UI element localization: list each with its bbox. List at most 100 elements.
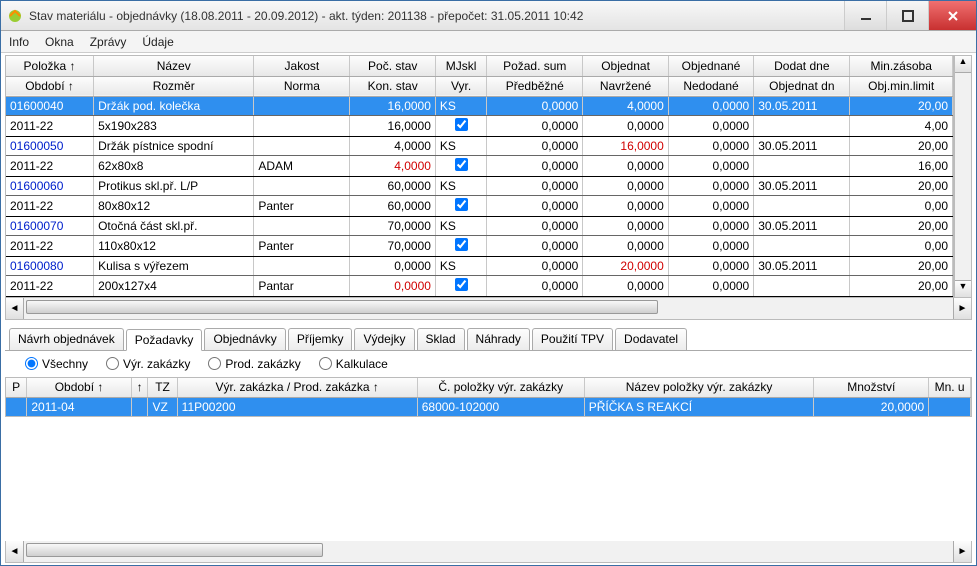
radio-input[interactable] (319, 357, 332, 370)
column-header[interactable]: Název položky výr. zakázky (584, 378, 814, 398)
table-row[interactable]: 2011-2262x80x8ADAM4,00000,00000,00000,00… (6, 155, 953, 176)
radio-input[interactable] (106, 357, 119, 370)
column-header[interactable]: Nedodané (668, 76, 753, 96)
scroll-left-icon[interactable]: ◄ (6, 541, 24, 562)
scroll-right-icon[interactable]: ► (953, 541, 971, 562)
table-row[interactable]: 2011-22110x80x12Panter70,00000,00000,000… (6, 235, 953, 256)
radio-input[interactable] (208, 357, 221, 370)
table-row[interactable]: 01600050Držák pístnice spodní4,0000KS0,0… (6, 136, 953, 155)
horizontal-scrollbar-top[interactable]: ◄ ► (5, 298, 972, 320)
menu-zpravy[interactable]: Zprávy (90, 35, 127, 49)
cell: PŘÍČKA S REAKCÍ (584, 398, 814, 417)
column-header[interactable]: Norma (254, 76, 350, 96)
column-header[interactable]: Vyr. (435, 76, 486, 96)
column-header[interactable]: Požad. sum (487, 56, 583, 76)
column-header[interactable]: Min.zásoba (850, 56, 953, 76)
column-header[interactable]: Obj.min.limit (850, 76, 953, 96)
column-header[interactable]: Předběžné (487, 76, 583, 96)
tab-objedn-vky[interactable]: Objednávky (204, 328, 285, 350)
column-header[interactable]: Jakost (254, 56, 350, 76)
column-header[interactable]: Název (94, 56, 254, 76)
minimize-button[interactable] (844, 1, 886, 30)
cell: Panter (254, 195, 350, 216)
column-header[interactable]: Období ↑ (6, 76, 94, 96)
scroll-left-icon[interactable]: ◄ (6, 298, 24, 319)
table-row[interactable]: 01600080Kulisa s výřezem0,0000KS0,000020… (6, 256, 953, 275)
table-row[interactable]: 01600040Držák pod. kolečka16,0000KS0,000… (6, 96, 953, 115)
cell: 70,0000 (350, 216, 435, 235)
radio-option[interactable]: Výr. zakázky (106, 357, 190, 371)
tab-po-adavky[interactable]: Požadavky (126, 329, 203, 351)
column-header[interactable]: Výr. zakázka / Prod. zakázka ↑ (177, 378, 417, 398)
tab-dodavatel[interactable]: Dodavatel (615, 328, 687, 350)
radio-input[interactable] (25, 357, 38, 370)
detail-grid[interactable]: PObdobí ↑↑TZVýr. zakázka / Prod. zakázka… (5, 377, 972, 418)
column-header[interactable]: TZ (148, 378, 177, 398)
tab-p-jemky[interactable]: Příjemky (288, 328, 353, 350)
column-header[interactable]: Kon. stav (350, 76, 435, 96)
vyr-checkbox[interactable] (455, 278, 468, 291)
column-header[interactable]: Objednat dn (754, 76, 850, 96)
cell (254, 115, 350, 136)
cell: KS (435, 256, 486, 275)
column-header[interactable]: Rozměr (94, 76, 254, 96)
cell: 2011-22 (6, 275, 94, 296)
cell: 0,0000 (668, 155, 753, 176)
radio-option[interactable]: Prod. zakázky (208, 357, 300, 371)
tab-sklad[interactable]: Sklad (417, 328, 465, 350)
main-grid[interactable]: Položka ↑NázevJakostPoč. stavMJsklPožad.… (5, 55, 954, 298)
tab-n-hrady[interactable]: Náhrady (467, 328, 530, 350)
cell: 0,0000 (350, 275, 435, 296)
vyr-checkbox[interactable] (455, 118, 468, 131)
cell: 0,0000 (487, 256, 583, 275)
tab-n-vrh-objedn-vek[interactable]: Návrh objednávek (9, 328, 124, 350)
table-row[interactable]: 01600070Otočná část skl.př.70,0000KS0,00… (6, 216, 953, 235)
cell: 0,0000 (668, 195, 753, 216)
cell: Kulisa s výřezem (94, 256, 254, 275)
column-header[interactable]: Poč. stav (350, 56, 435, 76)
column-header[interactable]: Množství (814, 378, 929, 398)
vyr-checkbox[interactable] (455, 198, 468, 211)
radio-option[interactable]: Všechny (25, 357, 88, 371)
vyr-checkbox[interactable] (455, 238, 468, 251)
menu-udaje[interactable]: Údaje (142, 35, 173, 49)
cell: 20,0000 (814, 398, 929, 417)
column-header[interactable]: Položka ↑ (6, 56, 94, 76)
column-header[interactable]: Období ↑ (27, 378, 131, 398)
table-row[interactable]: 01600060Protikus skl.př. L/P60,0000KS0,0… (6, 176, 953, 195)
scroll-right-icon[interactable]: ► (953, 298, 971, 319)
column-header[interactable]: Dodat dne (754, 56, 850, 76)
column-header[interactable]: ↑ (131, 378, 148, 398)
cell: 20,00 (850, 275, 953, 296)
vyr-checkbox[interactable] (455, 158, 468, 171)
window-buttons (844, 1, 976, 30)
vertical-scrollbar[interactable]: ▲ ▼ (954, 55, 972, 298)
cell: 0,0000 (583, 176, 668, 195)
table-row[interactable]: 2011-22200x127x4Pantar0,00000,00000,0000… (6, 275, 953, 296)
column-header[interactable]: Objednané (668, 56, 753, 76)
maximize-button[interactable] (886, 1, 928, 30)
cell: 0,0000 (350, 256, 435, 275)
column-header[interactable]: MJskl (435, 56, 486, 76)
close-button[interactable] (928, 1, 976, 30)
cell: 0,0000 (487, 155, 583, 176)
horizontal-scrollbar-bottom[interactable]: ◄ ► (5, 541, 972, 563)
table-row[interactable]: 2011-225x190x28316,00000,00000,00000,000… (6, 115, 953, 136)
tab-pou-it-tpv[interactable]: Použití TPV (532, 328, 613, 350)
table-row[interactable]: 2011-04VZ11P0020068000-102000PŘÍČKA S RE… (6, 398, 971, 417)
column-header[interactable]: Navržené (583, 76, 668, 96)
cell: 5x190x283 (94, 115, 254, 136)
cell: 16,00 (850, 155, 953, 176)
menu-okna[interactable]: Okna (45, 35, 74, 49)
column-header[interactable]: P (6, 378, 27, 398)
table-row[interactable]: 2011-2280x80x12Panter60,00000,00000,0000… (6, 195, 953, 216)
menu-info[interactable]: Info (9, 35, 29, 49)
cell: 0,0000 (668, 235, 753, 256)
column-header[interactable]: Č. položky výr. zakázky (417, 378, 584, 398)
column-header[interactable]: Mn. u (929, 378, 971, 398)
cell (131, 398, 148, 417)
cell: 0,0000 (668, 115, 753, 136)
column-header[interactable]: Objednat (583, 56, 668, 76)
tab-v-dejky[interactable]: Výdejky (354, 328, 414, 350)
radio-option[interactable]: Kalkulace (319, 357, 388, 371)
